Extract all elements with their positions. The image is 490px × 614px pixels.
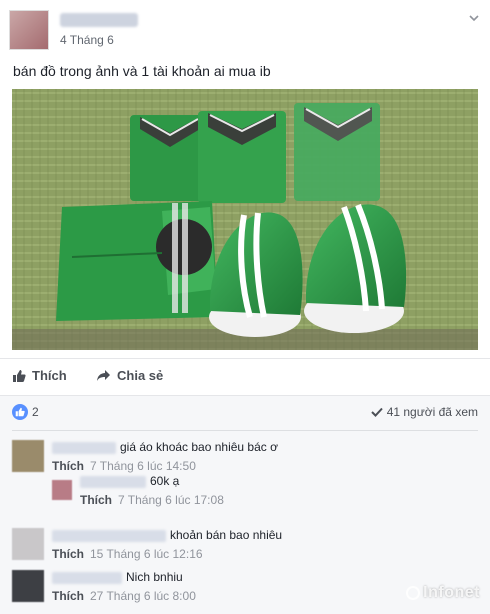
polo-shirt-left: [130, 115, 208, 201]
comments-section: 2 41 người đã xem giá áo khoác bao nhiêu…: [0, 395, 490, 614]
post-header: 4 Tháng 6: [9, 10, 481, 50]
comment-meta: Thích 15 Tháng 6 lúc 12:16: [52, 547, 203, 561]
watermark: Infonet: [406, 584, 480, 602]
comment-text: Nich bnhiu: [126, 570, 183, 584]
reply-timestamp[interactable]: 7 Tháng 6 lúc 17:08: [118, 493, 224, 507]
action-bar: Thích Chia sẻ: [12, 368, 472, 388]
comment-like-link[interactable]: Thích: [52, 589, 84, 603]
like-reaction-icon[interactable]: [12, 404, 28, 420]
polo-shirt-middle: [198, 111, 286, 203]
commenter-name-redacted[interactable]: [52, 442, 116, 454]
thumbs-up-icon: [12, 369, 26, 383]
comment-timestamp[interactable]: 7 Tháng 6 lúc 14:50: [90, 459, 196, 473]
comment-timestamp[interactable]: 27 Tháng 6 lúc 8:00: [90, 589, 196, 603]
divider: [12, 430, 478, 431]
green-jacket: [56, 201, 218, 321]
reply-like-link[interactable]: Thích: [80, 493, 112, 507]
watermark-text: Infonet: [423, 584, 480, 601]
replier-avatar[interactable]: [52, 480, 72, 500]
post-timestamp[interactable]: 4 Tháng 6: [60, 33, 114, 47]
comment-like-link[interactable]: Thích: [52, 547, 84, 561]
comment-meta: Thích 27 Tháng 6 lúc 8:00: [52, 589, 196, 603]
commenter-name-redacted[interactable]: [52, 530, 166, 542]
like-button[interactable]: Thích: [12, 368, 67, 383]
chevron-down-icon[interactable]: [467, 12, 481, 26]
reaction-summary: 2 41 người đã xem: [12, 404, 478, 420]
comment-text: giá áo khoác bao nhiêu bác ơ: [120, 440, 278, 454]
commenter-avatar[interactable]: [12, 528, 44, 560]
author-name-redacted[interactable]: [60, 13, 138, 27]
post-text: bán đồ trong ảnh và 1 tài khoản ai mua i…: [13, 63, 271, 79]
commenter-avatar[interactable]: [12, 440, 44, 472]
author-avatar[interactable]: [9, 10, 49, 50]
checkmark-icon: [370, 407, 383, 417]
commenter-avatar[interactable]: [12, 570, 44, 602]
share-button[interactable]: Chia sẻ: [96, 368, 163, 383]
share-label: Chia sẻ: [117, 368, 164, 383]
reply-text: 60k ạ: [150, 474, 180, 488]
polo-shirt-right: [294, 103, 380, 201]
reply-item: 60k ạ Thích 7 Tháng 6 lúc 17:08: [52, 474, 478, 510]
divider: [0, 358, 490, 359]
comment-text: khoản bán bao nhiêu: [170, 528, 283, 542]
comment-like-link[interactable]: Thích: [52, 459, 84, 473]
like-label: Thích: [32, 368, 67, 383]
like-count[interactable]: 2: [32, 405, 39, 419]
seen-count: 41 người đã xem: [386, 405, 478, 419]
comment-item: khoản bán bao nhiêu Thích 15 Tháng 6 lúc …: [12, 528, 478, 568]
share-arrow-icon: [96, 369, 111, 383]
watermark-logo-icon: [406, 586, 421, 600]
seen-by[interactable]: 41 người đã xem: [370, 405, 478, 419]
comment-timestamp[interactable]: 15 Tháng 6 lúc 12:16: [90, 547, 203, 561]
reply-meta: Thích 7 Tháng 6 lúc 17:08: [80, 493, 224, 507]
replier-name-redacted[interactable]: [80, 476, 146, 488]
commenter-name-redacted[interactable]: [52, 572, 122, 584]
post-photo[interactable]: [12, 89, 478, 350]
comment-meta: Thích 7 Tháng 6 lúc 14:50: [52, 459, 196, 473]
